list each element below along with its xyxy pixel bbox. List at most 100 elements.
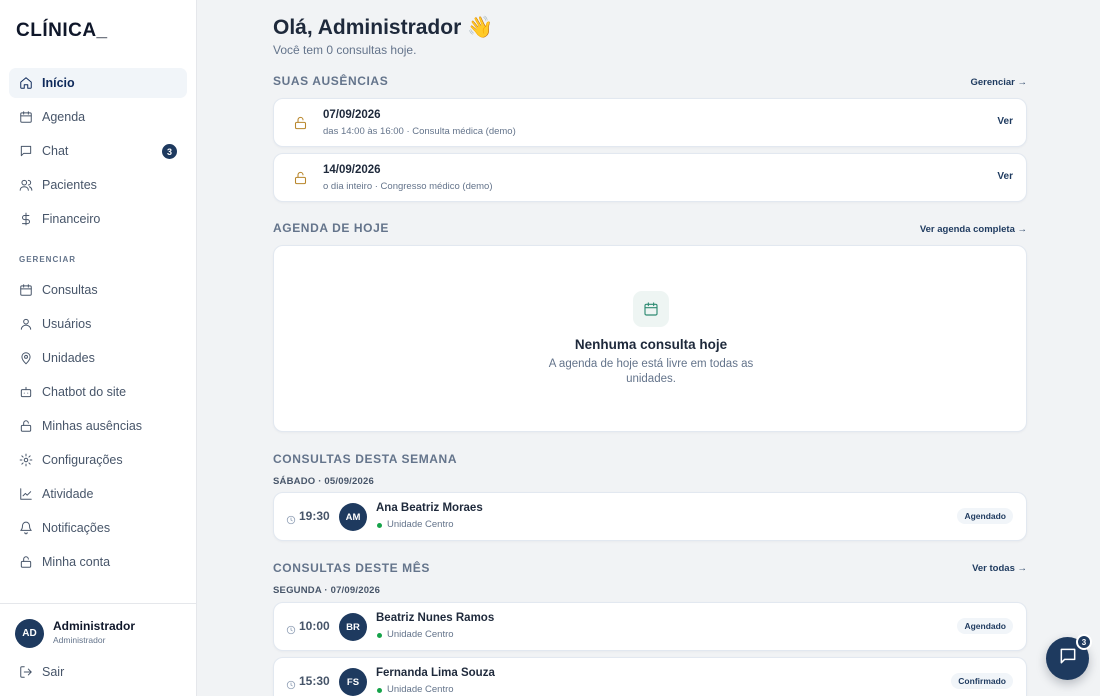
sidebar-item-inicio[interactable]: Início [9,68,187,98]
week-section-title: CONSULTAS DESTA SEMANA [273,452,458,466]
sidebar-item-label: Início [42,76,75,90]
unit-status-dot [377,633,382,638]
sidebar-item-consultas[interactable]: Consultas [9,275,187,305]
sidebar-item-financeiro[interactable]: Financeiro [9,204,187,234]
sidebar-item-chatbot[interactable]: Chatbot do site [9,377,187,407]
day-label: SÁBADO · 05/09/2026 [273,476,374,487]
clock-icon [286,512,296,525]
appointment-time: 10:00 [299,619,330,633]
sidebar-item-ausencias[interactable]: Minhas ausências [9,411,187,441]
logout-label: Sair [42,665,65,679]
sidebar-item-label: Financeiro [42,212,101,226]
unit-status-dot [377,688,382,693]
activity-icon [19,487,33,501]
appointment-card[interactable]: 19:30 AM Ana Beatriz Moraes Unidade Cent… [273,492,1027,541]
user-role: Administrador [53,635,106,645]
view-absence-button[interactable]: Ver [997,171,1013,182]
sidebar-item-label: Atividade [42,487,94,501]
sidebar-item-usuarios[interactable]: Usuários [9,309,187,339]
view-all-link[interactable]: Ver todas → [972,563,1027,574]
sidebar-item-unidades[interactable]: Unidades [9,343,187,373]
clock-icon [286,622,296,635]
chat-icon [19,144,33,158]
page-subtitle: Você tem 0 consultas hoje. [273,43,417,57]
patient-name: Fernanda Lima Souza [376,667,495,679]
sidebar-item-atividade[interactable]: Atividade [9,479,187,509]
today-section-title: AGENDA DE HOJE [273,221,389,235]
unit-status-dot [377,523,382,528]
appointment-unit: Unidade Centro [387,629,454,640]
home-icon [19,76,33,90]
absences-section-title: SUAS AUSÊNCIAS [273,74,389,88]
dollar-icon [19,212,33,226]
absence-card[interactable]: 14/09/2026 o dia inteiro · Congresso méd… [273,153,1027,202]
appointment-card[interactable]: 15:30 FS Fernanda Lima Souza Unidade Cen… [273,657,1027,696]
full-agenda-link[interactable]: Ver agenda completa → [920,224,1027,235]
appointment-unit: Unidade Centro [387,519,454,530]
lock-icon [19,419,33,433]
sidebar-item-label: Notificações [42,521,111,535]
sidebar-item-label: Usuários [42,317,92,331]
patient-name: Beatriz Nunes Ramos [376,612,495,624]
status-badge: Agendado [957,508,1013,524]
calendar-icon [633,291,669,327]
map-pin-icon [19,351,33,365]
lock-icon [293,170,308,186]
sidebar-item-label: Unidades [42,351,95,365]
sidebar-item-chat[interactable]: Chat 3 [9,136,187,166]
sidebar-item-minha-conta[interactable]: Minha conta [9,547,187,577]
sidebar-item-configuracoes[interactable]: Configurações [9,445,187,475]
calendar-icon [19,283,33,297]
status-badge: Confirmado [951,673,1013,689]
avatar[interactable]: AD [15,619,44,648]
view-absence-button[interactable]: Ver [997,116,1013,127]
appointment-card[interactable]: 10:00 BR Beatriz Nunes Ramos Unidade Cen… [273,602,1027,651]
empty-state-text: A agenda de hoje está livre em todas as … [548,358,754,385]
sidebar: CLÍNICA_ Início Agenda Chat 3 Pacientes … [0,0,197,696]
lock-icon [19,555,33,569]
sidebar-item-label: Chat [42,144,69,158]
bell-icon [19,521,33,535]
empty-state-title: Nenhuma consulta hoje [574,337,728,352]
month-section-title: CONSULTAS DESTE MÊS [273,561,430,575]
sidebar-item-agenda[interactable]: Agenda [9,102,187,132]
user-name: Administrador [53,619,136,633]
sidebar-item-notificacoes[interactable]: Notificações [9,513,187,543]
lock-icon [293,115,308,131]
appointment-time: 19:30 [299,509,330,523]
user-icon [19,317,33,331]
sidebar-item-label: Agenda [42,110,86,124]
sidebar-section-label: GERENCIAR [19,255,77,264]
appointment-unit: Unidade Centro [387,684,454,695]
chat-icon [1058,646,1078,671]
sidebar-item-label: Pacientes [42,178,97,192]
absence-date: 07/09/2026 [323,109,381,121]
app-logo[interactable]: CLÍNICA_ [16,20,108,42]
sidebar-item-label: Minhas ausências [42,419,143,433]
logout-icon [19,665,33,679]
chat-fab-badge: 3 [1076,634,1092,650]
absence-detail: o dia inteiro · Congresso médico (demo) [323,181,493,192]
sidebar-item-pacientes[interactable]: Pacientes [9,170,187,200]
patient-name: Ana Beatriz Moraes [376,502,483,514]
today-empty-state: Nenhuma consulta hoje A agenda de hoje e… [273,245,1027,432]
manage-absences-link[interactable]: Gerenciar → [971,77,1028,88]
page-title: Olá, Administrador 👋 [273,16,494,39]
calendar-icon [19,110,33,124]
gear-icon [19,453,33,467]
sidebar-divider [0,603,197,604]
absence-detail: das 14:00 às 16:00 · Consulta médica (de… [323,126,516,137]
absence-card[interactable]: 07/09/2026 das 14:00 às 16:00 · Consulta… [273,98,1027,147]
users-icon [19,178,33,192]
appointment-time: 15:30 [299,674,330,688]
sidebar-item-label: Chatbot do site [42,385,127,399]
day-label: SEGUNDA · 07/09/2026 [273,585,381,596]
logout-button[interactable]: Sair [9,657,187,687]
status-badge: Agendado [957,618,1013,634]
chat-unread-badge: 3 [162,144,177,159]
sidebar-item-label: Minha conta [42,555,111,569]
bot-icon [19,385,33,399]
avatar: FS [339,668,367,696]
avatar: BR [339,613,367,641]
sidebar-item-label: Consultas [42,283,98,297]
